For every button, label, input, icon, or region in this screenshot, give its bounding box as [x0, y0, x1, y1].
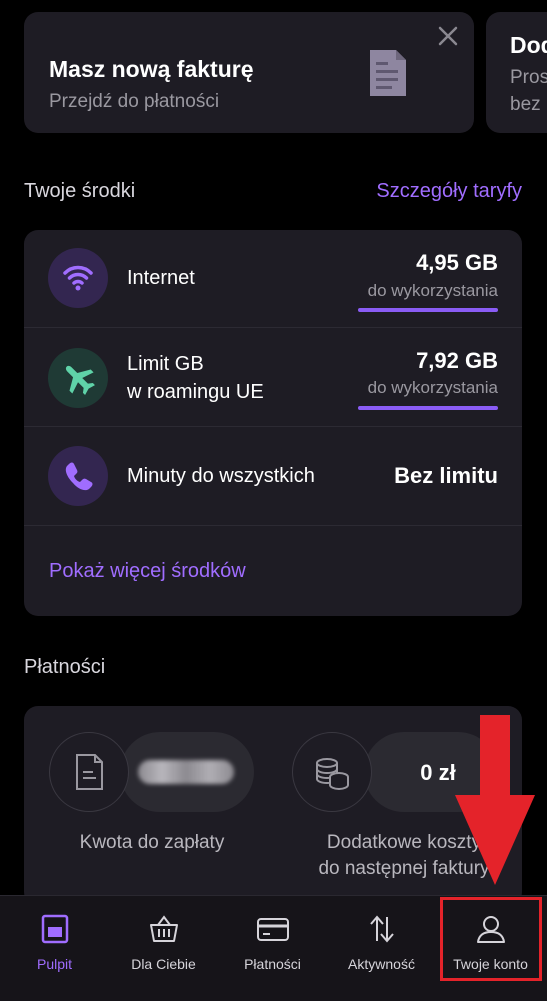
resource-value: Bez limitu — [394, 463, 498, 488]
nav-label: Aktywność — [348, 956, 415, 972]
resource-label: Limit GB w roamingu UE — [127, 350, 264, 406]
basket-icon — [149, 915, 178, 942]
promo-title: Dod — [510, 32, 547, 58]
dashboard-icon — [41, 914, 68, 944]
close-icon[interactable] — [436, 24, 460, 48]
document-icon — [370, 50, 406, 96]
resource-row-internet[interactable]: Internet 4,95 GB do wykorzystania — [24, 230, 522, 327]
resource-note: do wykorzystania — [367, 378, 498, 397]
wifi-icon — [48, 248, 108, 308]
airplane-icon — [48, 348, 108, 408]
resource-row-roaming[interactable]: Limit GB w roamingu UE 7,92 GB do wykorz… — [24, 328, 522, 426]
resource-note: do wykorzystania — [367, 281, 498, 300]
promo-card[interactable]: Dod Pros bez — [486, 12, 547, 133]
divider — [24, 525, 522, 526]
amount-due-label: Kwota do zapłaty — [79, 832, 225, 853]
invoice-icon — [49, 732, 129, 812]
promo-subtitle-line1: Pros — [510, 67, 547, 88]
resource-progress-bar — [358, 406, 498, 410]
payments-card: Kwota do zapłaty 0 zł Dodatkowe koszty d… — [24, 706, 522, 906]
nav-label: Pulpit — [36, 956, 73, 972]
coins-icon — [292, 732, 372, 812]
show-more-resources-link[interactable]: Pokaż więcej środków — [49, 560, 246, 583]
card-icon — [256, 918, 289, 941]
resource-value: 7,92 GB — [416, 348, 498, 373]
red-arrow-annotation — [455, 715, 535, 885]
resource-label-line2: w roamingu UE — [127, 381, 264, 403]
nav-item-platnosci[interactable]: Płatności — [218, 896, 327, 1001]
amount-due-pill[interactable] — [120, 732, 254, 812]
arrows-updown-icon — [369, 915, 394, 943]
amount-due-hidden-value — [138, 760, 234, 784]
resource-label: Minuty do wszystkich — [127, 465, 315, 487]
nav-label: Płatności — [244, 956, 301, 972]
highlight-box-annotation — [440, 897, 542, 981]
tariff-details-link[interactable]: Szczegóły taryfy — [376, 180, 522, 203]
promo-subtitle-line2: bez — [510, 94, 541, 115]
resources-section-title: Twoje środki — [24, 180, 136, 202]
invoice-title: Masz nową fakturę — [49, 56, 254, 82]
nav-item-dla-ciebie[interactable]: Dla Ciebie — [109, 896, 218, 1001]
nav-item-pulpit[interactable]: Pulpit — [0, 896, 109, 1001]
payments-section-title: Płatności — [24, 656, 106, 678]
phone-icon — [48, 446, 108, 506]
resource-value: 4,95 GB — [416, 250, 498, 275]
resource-label: Internet — [127, 267, 195, 289]
nav-label: Dla Ciebie — [131, 956, 196, 972]
promo-subtitle: Pros bez — [510, 64, 547, 118]
invoice-subtitle: Przejdź do płatności — [49, 91, 220, 112]
nav-item-aktywnosc[interactable]: Aktywność — [327, 896, 436, 1001]
resource-row-minutes[interactable]: Minuty do wszystkich Bez limitu — [24, 427, 522, 525]
resource-progress-bar — [358, 308, 498, 312]
resources-card: Internet 4,95 GB do wykorzystania Limit … — [24, 230, 522, 616]
invoice-card[interactable]: Masz nową fakturę Przejdź do płatności — [24, 12, 474, 133]
resource-label-line1: Limit GB — [127, 353, 204, 375]
